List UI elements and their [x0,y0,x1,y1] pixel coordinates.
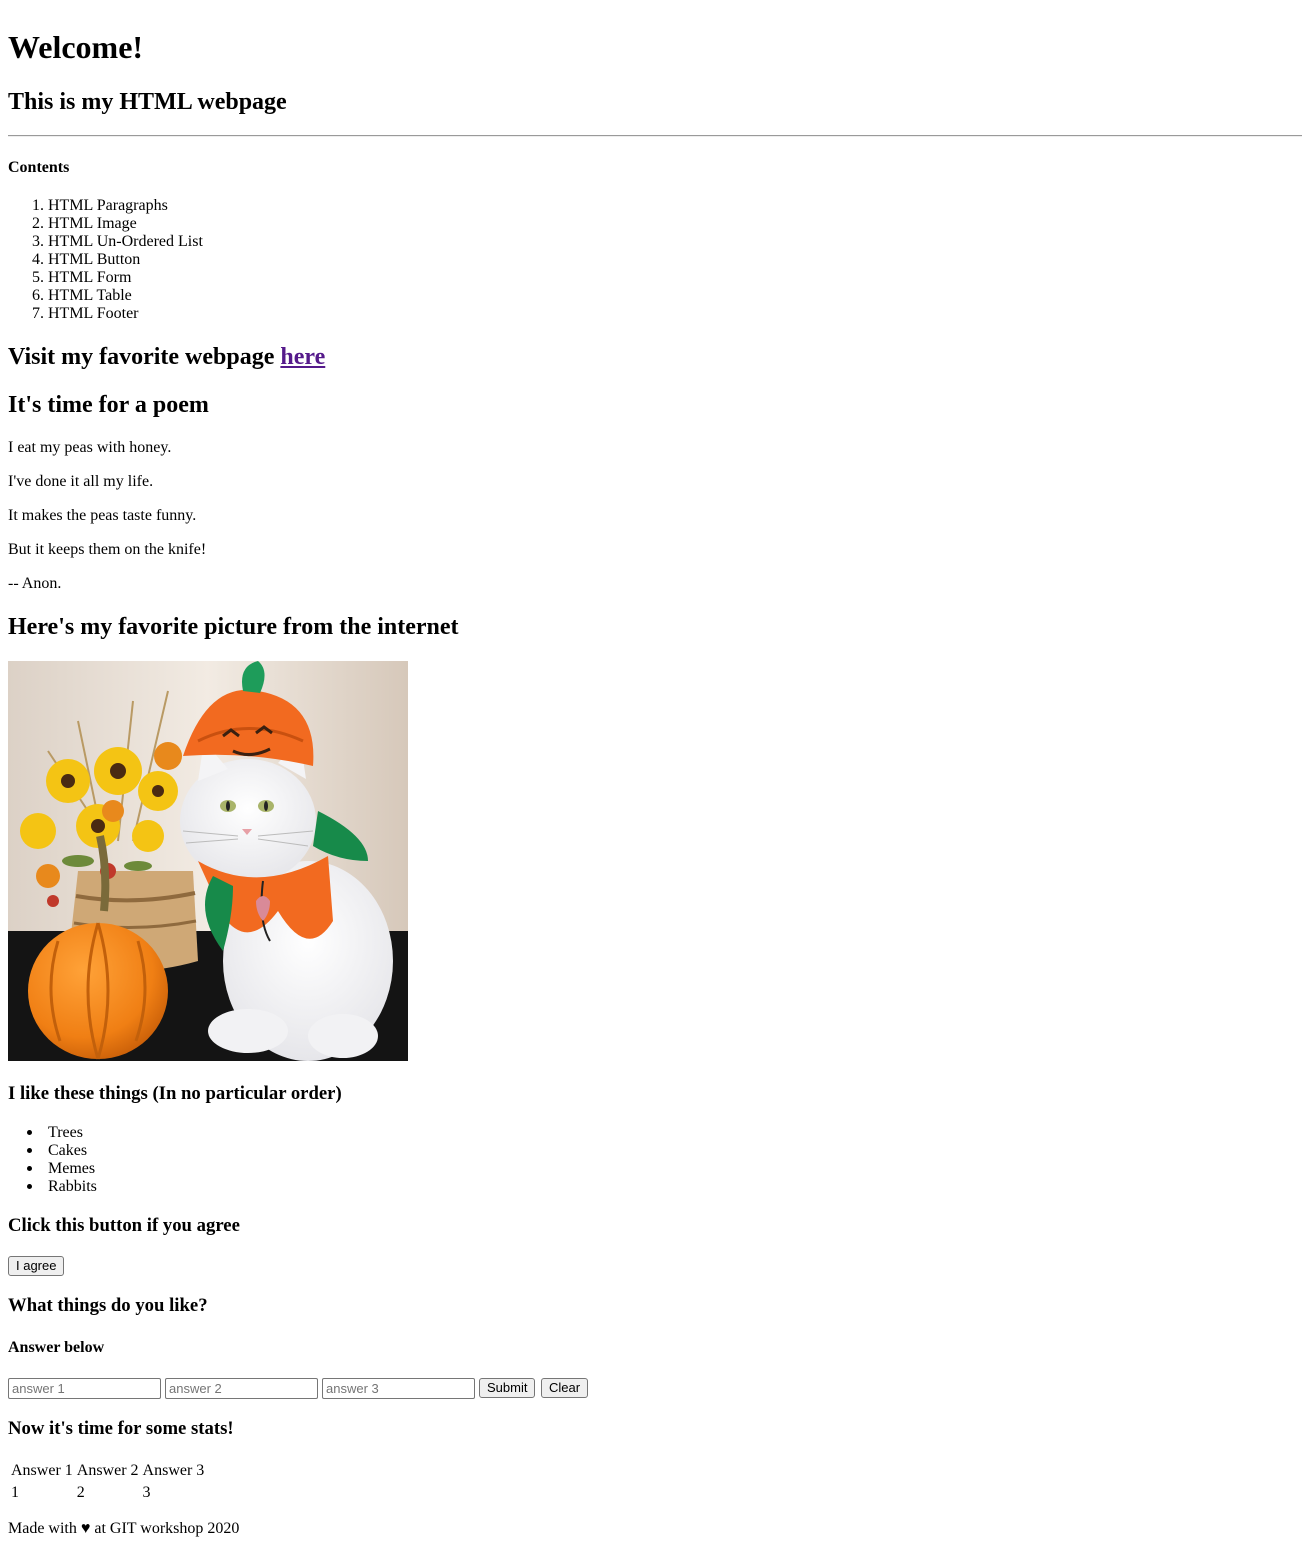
stats-table: Answer 1 Answer 2 Answer 3 1 2 3 [8,1459,207,1505]
likes-item: Cakes [27,1142,97,1160]
poem-line: But it keeps them on the knife! [8,541,207,558]
contents-item: 2. HTML Image [32,215,137,232]
favorite-webpage-text: Visit my favorite webpage [8,344,275,370]
horizontal-rule [8,135,1302,137]
contents-item: 7. HTML Footer [32,305,139,322]
page-title: Welcome! [8,29,144,65]
table-row: 1 2 3 [10,1483,205,1503]
table-header-cell: Answer 1 [11,1462,73,1479]
favorite-webpage-heading: Visit my favorite webpage here [8,343,325,371]
table-header-row: Answer 1 Answer 2 Answer 3 [10,1461,205,1481]
contents-item: 4. HTML Button [32,251,141,268]
likes-item: Rabbits [27,1178,97,1196]
contents-heading: Contents [8,159,70,176]
submit-button[interactable]: Submit [479,1378,536,1398]
form-subheading: Answer below [8,1339,105,1356]
poem-line: I eat my peas with honey. [8,439,172,456]
answer-3-input[interactable] [322,1378,475,1399]
table-cell: 1 [11,1484,19,1501]
table-header-cell: Answer 3 [142,1462,205,1479]
answer-1-input[interactable] [8,1378,161,1399]
stats-heading: Now it's time for some stats! [8,1418,234,1439]
cat-pumpkin-photo [8,661,408,1061]
poem-attribution: -- Anon. [8,575,62,592]
contents-list: 1. HTML Paragraphs 2. HTML Image 3. HTML Un… [32,197,203,323]
likes-item: Memes [27,1160,97,1178]
footer-text: Made with ♥ at GIT workshop 2020 [8,1520,240,1537]
agree-button[interactable]: I agree [8,1256,65,1276]
poem-heading: It's time for a poem [8,392,209,418]
form-heading: What things do you like? [8,1295,208,1316]
table-cell: 2 [76,1484,85,1501]
likes-heading: I like these things (In no particular or… [8,1083,342,1104]
contents-item: 5. HTML Form [32,269,132,286]
agree-heading: Click this button if you agree [8,1215,240,1236]
poem-line: It makes the peas taste funny. [8,507,197,524]
contents-item: 3. HTML Un-Ordered List [32,233,203,250]
likes-item: Trees [27,1124,97,1142]
table-header-cell: Answer 2 [76,1462,139,1479]
likes-list: Trees Cakes Memes Rabbits [27,1124,97,1196]
cat-pumpkin-illustration [8,661,408,1061]
table-cell: 3 [142,1484,151,1501]
page-subtitle: This is my HTML webpage [8,89,287,115]
poem-line: I've done it all my life. [8,473,154,490]
picture-heading: Here's my favorite picture from the inte… [8,614,459,640]
answer-2-input[interactable] [165,1378,318,1399]
clear-button[interactable]: Clear [541,1378,589,1398]
contents-item: 6. HTML Table [32,287,132,304]
favorite-webpage-link[interactable]: here [280,344,325,370]
contents-item: 1. HTML Paragraphs [32,197,168,214]
